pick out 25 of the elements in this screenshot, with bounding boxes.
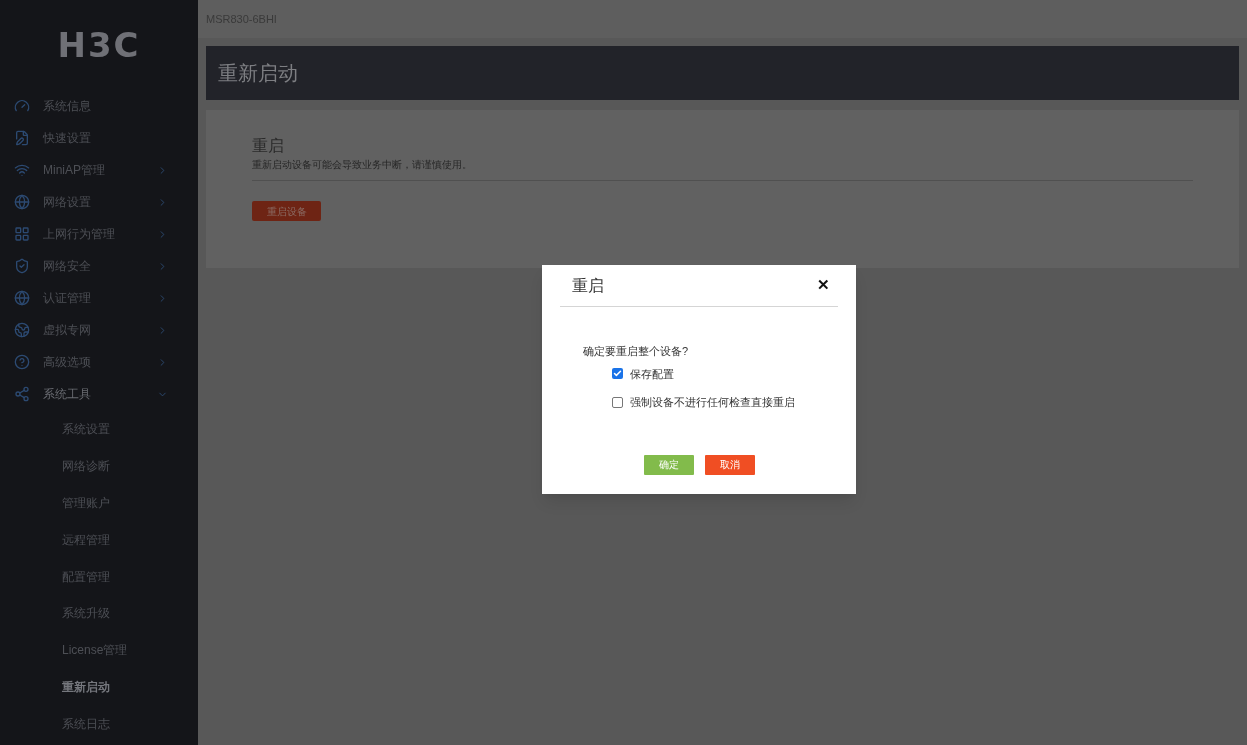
- sidebar-item[interactable]: 系统工具: [0, 378, 198, 410]
- dialog-question: 确定要重启整个设备?: [583, 344, 690, 359]
- confirm-button[interactable]: 确定: [643, 454, 694, 475]
- logo: H3C: [57, 23, 141, 67]
- gauge-icon: [14, 98, 30, 114]
- globe-icon: [14, 194, 30, 210]
- checkbox[interactable]: [612, 396, 623, 408]
- grid-icon: [14, 226, 30, 242]
- document-edit-icon: [14, 130, 30, 146]
- close-button[interactable]: ✕: [817, 274, 830, 297]
- wifi-icon: [14, 162, 30, 178]
- dialog-title: 重启: [572, 275, 604, 296]
- restart-device-button[interactable]: 重启设备: [252, 201, 321, 221]
- share-icon: [14, 386, 30, 402]
- check-icon: [613, 369, 622, 379]
- help-circle-icon: [14, 354, 30, 370]
- sidebar-subitem[interactable]: 重新启动: [0, 668, 198, 706]
- page-title: 重新启动: [218, 61, 298, 86]
- globe-icon: [14, 322, 30, 338]
- shield-icon: [14, 258, 30, 274]
- checkbox-label: 强制设备不进行任何检查直接重启: [630, 395, 795, 410]
- checkbox[interactable]: [612, 368, 623, 380]
- checkbox-label: 保存配置: [630, 366, 674, 382]
- globe-icon: [14, 290, 30, 306]
- cancel-button[interactable]: 取消: [704, 454, 755, 475]
